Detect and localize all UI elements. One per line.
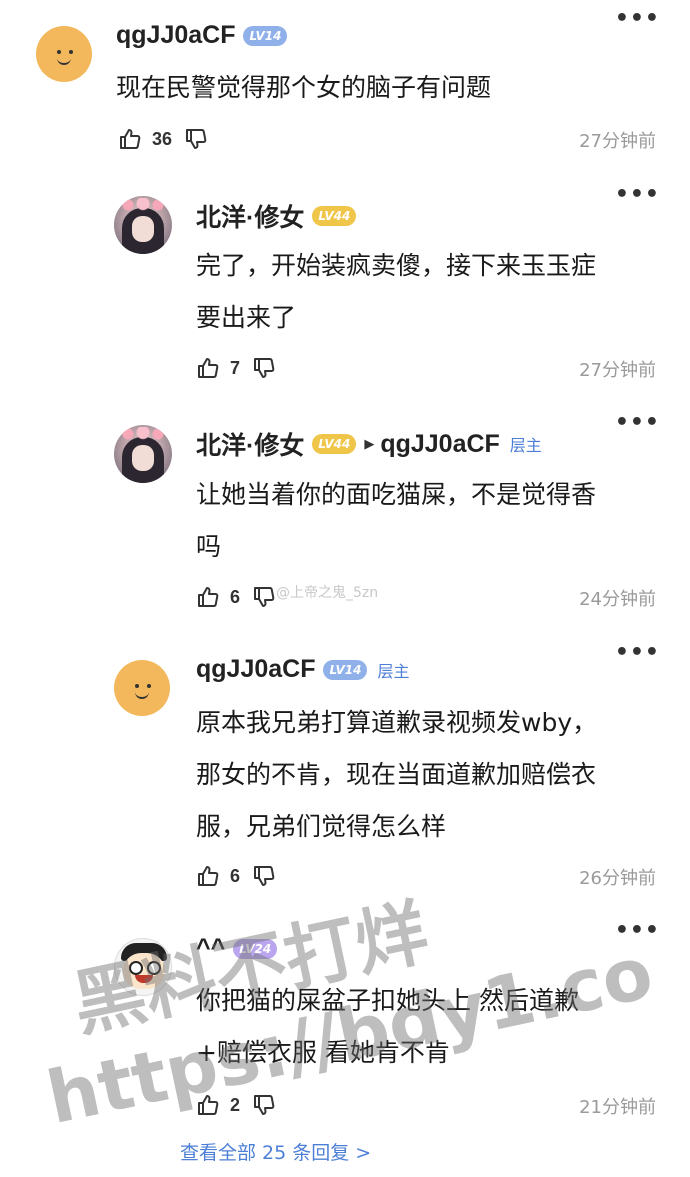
more-options-icon[interactable]: ••• <box>615 642 660 664</box>
comment-text: 让她当着你的面吃猫屎，不是觉得香 吗 <box>196 480 597 561</box>
like-icon[interactable] <box>196 585 220 609</box>
name-row: qgJJ0aCF LV14 层主 <box>196 655 409 684</box>
like-icon[interactable] <box>196 356 220 380</box>
comment-actions: 6 <box>196 585 276 609</box>
timestamp: 27分钟前 <box>579 360 656 381</box>
level-badge: LV14 <box>243 25 288 46</box>
more-options-icon[interactable]: ••• <box>615 184 660 206</box>
avatar[interactable] <box>36 26 92 82</box>
avatar[interactable] <box>114 196 172 254</box>
level-badge: LV44 <box>312 206 357 226</box>
host-badge: 层主 <box>377 661 410 681</box>
inline-watermark: @上帝之鬼_5zn <box>276 585 379 601</box>
like-count: 7 <box>230 357 241 378</box>
dislike-icon[interactable] <box>252 356 276 380</box>
timestamp: 27分钟前 <box>579 131 656 152</box>
comment-actions: 6 <box>196 864 276 888</box>
name-row: qgJJ0aCF LV14 <box>116 21 288 50</box>
dislike-icon[interactable] <box>252 864 276 888</box>
level-badge: LV14 <box>323 659 368 680</box>
timestamp: 21分钟前 <box>579 1097 656 1118</box>
username[interactable]: qgJJ0aCF <box>196 655 315 684</box>
level-badge: LV44 <box>312 434 357 454</box>
reply-arrow-icon: ▶ <box>364 436 375 452</box>
username[interactable]: 北洋·修女 <box>196 426 304 462</box>
like-icon[interactable] <box>118 127 142 151</box>
comment-actions: 36 <box>118 127 208 151</box>
comment-text: 完了，开始装疯卖傻，接下来玉玉症 要出来了 <box>196 251 597 332</box>
avatar[interactable] <box>114 425 172 483</box>
like-icon[interactable] <box>196 864 220 888</box>
name-row: 北洋·修女 LV44 ▶ qgJJ0aCF 层主 <box>196 426 542 462</box>
view-all-replies-link[interactable]: 查看全部 25 条回复 > <box>180 1138 371 1165</box>
username[interactable]: 北洋·修女 <box>196 198 304 234</box>
dislike-icon[interactable] <box>184 127 208 151</box>
like-count: 6 <box>230 586 241 607</box>
more-options-icon[interactable]: ••• <box>615 412 660 434</box>
timestamp: 24分钟前 <box>579 589 656 610</box>
timestamp: 26分钟前 <box>579 868 656 889</box>
avatar[interactable] <box>114 660 170 716</box>
comment-actions: 7 <box>196 356 276 380</box>
comment-text: 现在民警觉得那个女的脑子有问题 <box>116 73 492 102</box>
host-badge: 层主 <box>509 436 542 455</box>
comment-text: 原本我兄弟打算道歉录视频发wby， 那女的不肯，现在当面道歉加赔偿衣 服，兄弟们… <box>196 708 598 841</box>
like-count: 6 <box>230 865 241 886</box>
reply-to-username[interactable]: qgJJ0aCF <box>380 430 499 459</box>
username[interactable]: qgJJ0aCF <box>116 21 235 50</box>
more-options-icon[interactable]: ••• <box>615 8 660 30</box>
dislike-icon[interactable] <box>252 585 276 609</box>
like-count: 36 <box>152 128 173 149</box>
name-row: 北洋·修女 LV44 <box>196 198 357 234</box>
